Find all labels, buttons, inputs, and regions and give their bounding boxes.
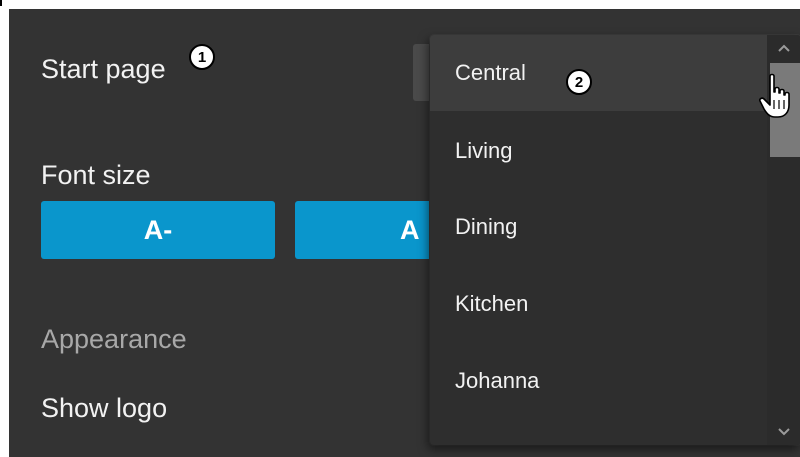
dropdown-option-kitchen[interactable]: Kitchen <box>430 266 767 342</box>
hand-pointer-icon <box>759 73 790 118</box>
font-size-label: Font size <box>41 160 151 190</box>
appearance-heading: Appearance <box>41 324 187 354</box>
frame-corner-mark <box>0 0 2 6</box>
callout-marker-2: 2 <box>566 69 592 95</box>
chevron-down-icon[interactable] <box>767 419 800 445</box>
dropdown-options: Central Living Dining Kitchen Johanna <box>430 35 767 445</box>
callout-marker-1: 1 <box>189 44 215 70</box>
start-page-dropdown-list: Central Living Dining Kitchen Johanna <box>430 35 800 445</box>
increase-font-button[interactable]: A <box>295 201 445 259</box>
settings-panel: Start page 1 Font size A- A Appearance S… <box>9 9 800 457</box>
show-logo-label: Show logo <box>41 393 168 423</box>
chevron-up-icon[interactable] <box>767 35 800 61</box>
dropdown-option-central[interactable]: Central <box>430 35 767 111</box>
dropdown-option-johanna[interactable]: Johanna <box>430 343 767 419</box>
decrease-font-button[interactable]: A- <box>41 201 275 259</box>
start-page-label: Start page <box>41 54 166 84</box>
dropdown-option-dining[interactable]: Dining <box>430 189 767 265</box>
dropdown-option-living[interactable]: Living <box>430 113 767 189</box>
